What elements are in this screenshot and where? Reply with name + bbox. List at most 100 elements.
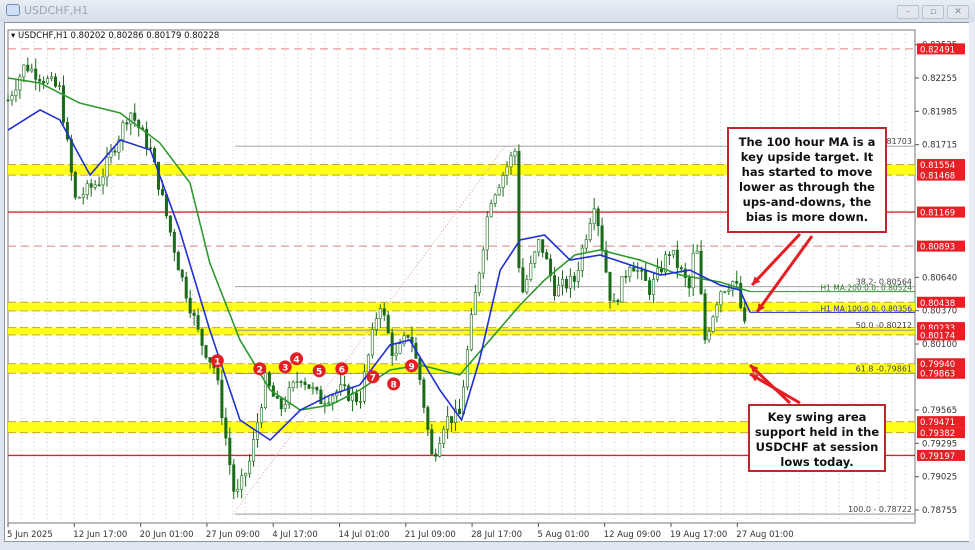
candle-body: [537, 239, 541, 253]
candle-body: [366, 354, 370, 373]
candle-body: [588, 223, 592, 240]
candle-body: [121, 122, 125, 141]
candle-body: [303, 381, 307, 385]
support-resistance-zone: [8, 302, 915, 311]
candle-body: [735, 280, 739, 284]
candle-body: [465, 349, 469, 388]
candle-body: [10, 95, 14, 101]
candle-body: [699, 250, 703, 295]
candle-body: [50, 76, 54, 79]
candle-body: [291, 381, 295, 389]
candle-body: [477, 272, 481, 293]
candle-body: [355, 392, 359, 403]
candle-body: [61, 85, 65, 123]
x-tick-label: 21 Jul 09:00: [405, 530, 456, 540]
y-tick-label: 0.79565: [922, 406, 957, 416]
x-tick-label: 12 Aug 09:00: [604, 530, 661, 540]
x-tick-label: 5 Aug 01:00: [537, 530, 589, 540]
candle-body: [517, 150, 521, 268]
candle-body: [501, 175, 505, 188]
y-tick-label: 0.80100: [922, 340, 957, 350]
swing-marker-number: 9: [408, 362, 414, 372]
candle-body: [564, 278, 568, 289]
candle-body: [644, 270, 648, 281]
swing-marker-number: 3: [282, 363, 288, 373]
swing-marker-number: 2: [257, 365, 263, 375]
candle-body: [604, 249, 608, 273]
y-tick-label: 0.78755: [922, 506, 957, 516]
candle-body: [446, 416, 450, 430]
candle-body: [343, 384, 347, 387]
candle-body: [208, 357, 212, 363]
candle-body: [430, 429, 434, 455]
candle-body: [184, 276, 188, 299]
swing-marker-number: 7: [370, 373, 376, 383]
y-tick-label: 0.81985: [922, 107, 957, 117]
candle-body: [485, 216, 489, 251]
candle-body: [719, 291, 723, 306]
price-label: 0.79471: [920, 418, 955, 428]
candle-body: [192, 312, 196, 316]
candle-body: [279, 398, 283, 410]
candle-body: [481, 249, 485, 274]
price-label: 0.79382: [920, 429, 955, 439]
x-tick-label: 14 Jul 01:00: [339, 530, 390, 540]
candle-body: [671, 249, 675, 256]
candle-body: [283, 404, 287, 410]
swing-marker-number: 4: [293, 355, 299, 365]
candle-body: [236, 488, 240, 492]
candle-body: [22, 64, 26, 78]
candle-body: [263, 372, 267, 408]
candle-body: [743, 307, 747, 322]
candle-body: [228, 437, 232, 466]
candle-body: [168, 215, 172, 233]
price-label: 0.80174: [920, 331, 955, 341]
y-tick-label: 0.80640: [922, 273, 957, 283]
candle-body: [196, 315, 200, 330]
candle-body: [509, 155, 513, 168]
candle-body: [438, 443, 442, 457]
candle-body: [553, 275, 557, 297]
candle-body: [620, 276, 624, 303]
candle-body: [675, 249, 679, 268]
candle-body: [608, 271, 612, 301]
candle-body: [572, 275, 576, 282]
candle-body: [628, 266, 632, 278]
candle-body: [331, 395, 335, 403]
price-label: 0.79197: [920, 452, 955, 462]
candle-body: [252, 439, 256, 462]
candle-body: [529, 262, 533, 280]
candle-body: [149, 147, 153, 150]
x-tick-label: 19 Aug 17:00: [670, 530, 727, 540]
candle-body: [442, 428, 446, 444]
candle-body: [549, 258, 553, 276]
candle-body: [616, 300, 620, 303]
candle-body: [418, 358, 422, 380]
candle-body: [394, 352, 398, 356]
candle-body: [232, 464, 236, 492]
candle-body: [374, 318, 378, 330]
candle-body: [105, 156, 109, 178]
candle-body: [160, 189, 164, 195]
candle-body: [596, 208, 600, 227]
candle-body: [648, 280, 652, 295]
candle-body: [386, 314, 390, 334]
candle-body: [406, 335, 410, 338]
y-tick-label: 0.81715: [922, 141, 957, 151]
candle-body: [311, 387, 315, 389]
candle-body: [533, 251, 537, 264]
candle-body: [180, 269, 184, 278]
candle-body: [727, 289, 731, 292]
candle-body: [133, 112, 137, 121]
candle-body: [493, 194, 497, 204]
candle-body: [327, 402, 331, 404]
candle-body: [426, 407, 430, 430]
candle-body: [176, 252, 180, 271]
candle-body: [323, 402, 327, 405]
candle-body: [224, 417, 228, 439]
symbol-info: ▾ USDCHF,H1 0.80202 0.80286 0.80179 0.80…: [11, 31, 219, 41]
candle-body: [85, 183, 89, 196]
price-label: 0.80893: [920, 243, 955, 253]
support-resistance-zone: [8, 327, 915, 335]
candle-body: [382, 308, 386, 316]
